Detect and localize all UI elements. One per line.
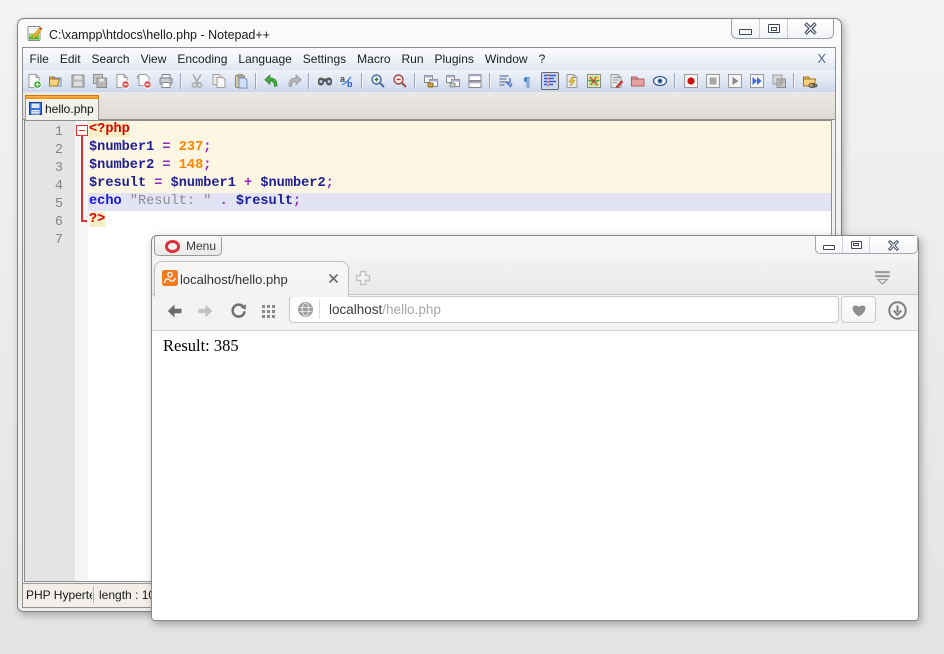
svg-text:¶: ¶ xyxy=(523,75,531,89)
